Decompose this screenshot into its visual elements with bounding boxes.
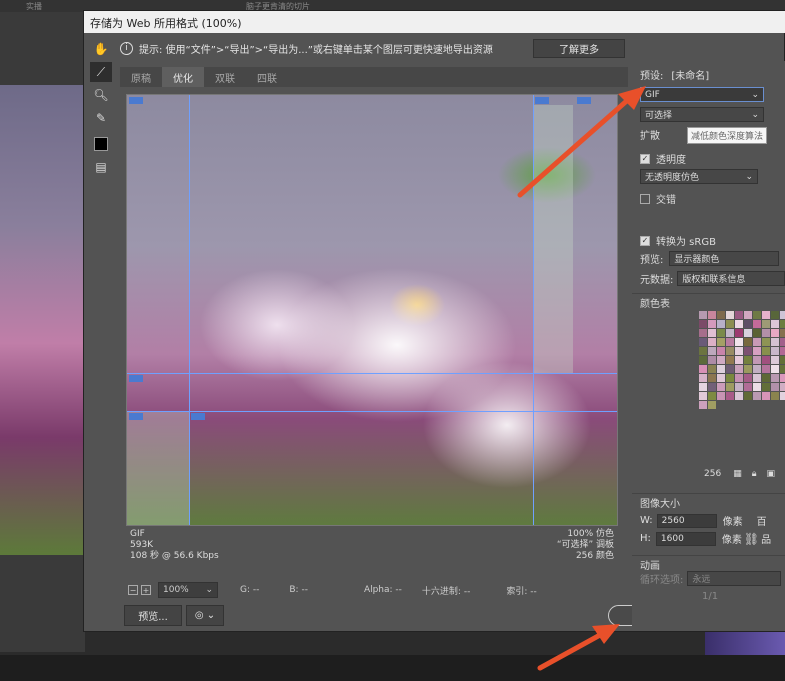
arrow-to-format-icon xyxy=(517,86,646,198)
screen: 实播 脑子更肯清的切片 存储为 Web 所用格式 (100%) ✋ ⟋ 🔍︎ ✎… xyxy=(0,0,785,681)
arrow-to-save-icon xyxy=(537,624,620,671)
annotation-overlay xyxy=(517,86,646,671)
